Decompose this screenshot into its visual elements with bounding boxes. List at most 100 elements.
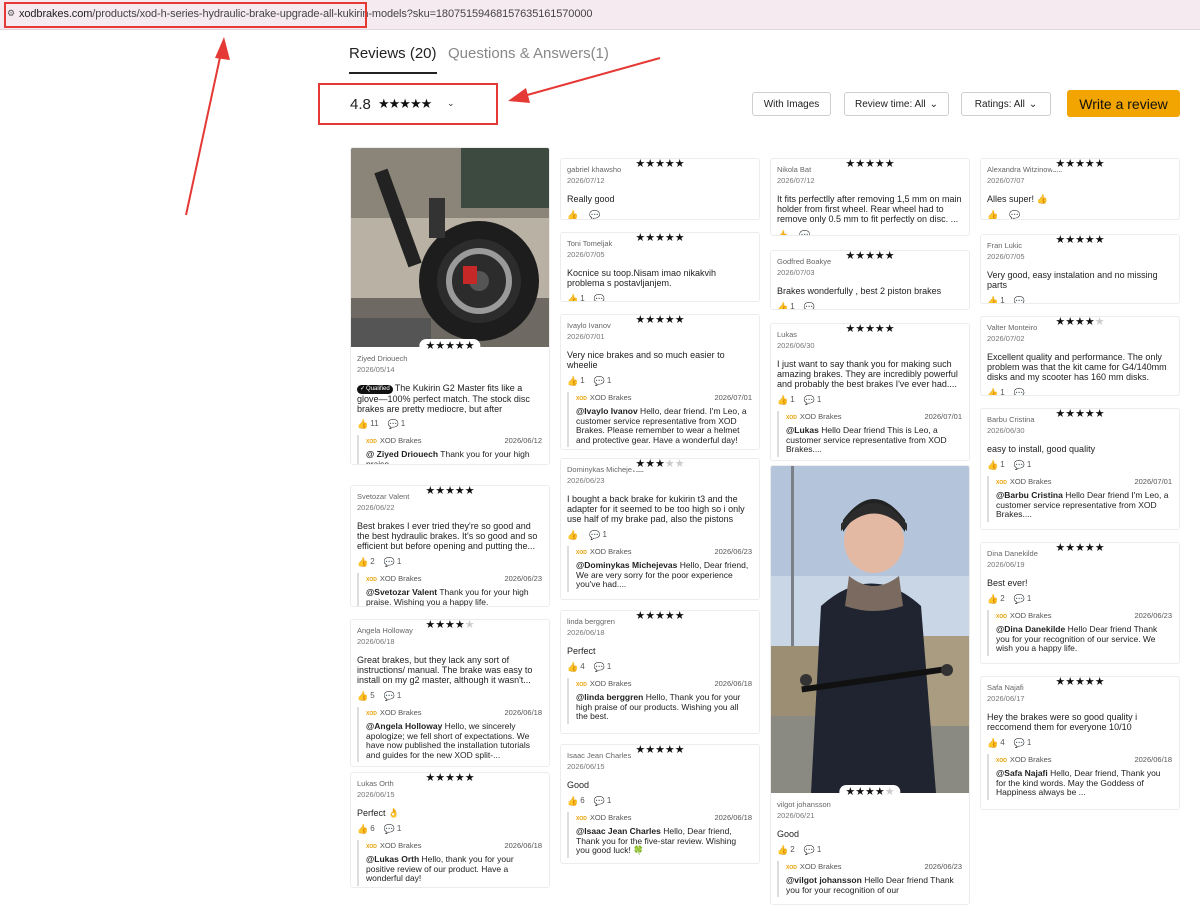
comment-button[interactable]: 💬 <box>594 294 607 301</box>
reply-mention: @Barbu Cristina <box>996 491 1063 500</box>
review-time-filter[interactable]: Review time: All ⌄ <box>844 92 949 116</box>
brand-reply: XOD XOD Brakes 2026/06/23 @Svetozar Valent … <box>357 573 542 606</box>
comment-button[interactable]: 💬 1 <box>804 845 822 855</box>
brand-reply: XOD XOD Brakes 2026/06/18 @Isaac Jean Charl… <box>567 812 752 858</box>
reply-date: 2026/06/23 <box>714 547 752 556</box>
review-text: Kocnice su toop.Nisam imao nikakvih prob… <box>567 268 717 288</box>
reply-author: XOD XOD Brakes <box>576 813 632 824</box>
xod-logo-icon: XOD <box>366 844 377 850</box>
comment-button[interactable]: 💬 <box>589 210 602 219</box>
tab-reviews[interactable]: Reviews (20) <box>349 45 437 74</box>
review-card: ★★★★★ gabriel khawsho 2026/07/12 Really goo… <box>560 158 760 220</box>
comment-button[interactable]: 💬 1 <box>594 796 612 806</box>
like-button[interactable]: 👍 1 <box>567 376 585 386</box>
like-button[interactable]: 👍 1 <box>987 296 1005 304</box>
comment-icon: 💬 <box>593 796 605 806</box>
like-button[interactable]: 👍 2 <box>777 845 795 855</box>
like-count: 4 <box>580 662 585 671</box>
review-body: Lukas Orth 2026/06/15 Perfect 👌 👍 6 💬 1 XOD XOD … <box>351 773 549 887</box>
reply-header: XOD XOD Brakes 2026/06/18 <box>576 679 752 690</box>
like-button[interactable]: 👍 11 <box>357 419 379 429</box>
comment-button[interactable]: 💬 1 <box>594 662 612 672</box>
rating-summary[interactable]: 4.8 ★★★★★ ⌄ <box>318 83 498 125</box>
like-button[interactable]: 👍 4 <box>567 662 585 672</box>
comment-button[interactable]: 💬 <box>799 230 812 235</box>
comment-button[interactable]: 💬 1 <box>384 691 402 701</box>
like-count: 11 <box>370 419 379 428</box>
chevron-down-icon[interactable]: ⌄ <box>447 98 455 109</box>
ratings-filter[interactable]: Ratings: All ⌄ <box>961 92 1051 116</box>
like-button[interactable]: 👍 2 <box>987 594 1005 604</box>
comment-button[interactable]: 💬 1 <box>594 376 612 386</box>
reply-author-name: XOD Brakes <box>379 841 422 850</box>
star-rating-icon: ★★★★★ <box>629 459 691 471</box>
comment-button[interactable]: 💬 <box>1014 388 1027 395</box>
like-button[interactable]: 👍 <box>567 210 580 219</box>
review-date: 2026/06/15 <box>567 762 605 771</box>
like-button[interactable]: 👍 5 <box>357 691 375 701</box>
review-text: Really good <box>567 194 615 204</box>
like-button[interactable]: 👍 1 <box>987 460 1005 470</box>
comment-icon: 💬 <box>589 530 601 540</box>
star-rating-icon: ★★★★★ <box>1049 317 1111 329</box>
like-button[interactable]: 👍 1 <box>777 302 795 310</box>
review-text: Very good, easy instalation and no missi… <box>987 270 1158 290</box>
scooter-wheel-photo[interactable] <box>351 148 550 347</box>
reply-mention: @Lukas Orth <box>366 855 420 864</box>
reply-author-name: XOD Brakes <box>379 708 422 717</box>
with-images-filter[interactable]: With Images <box>752 92 831 116</box>
average-rating: 4.8 <box>350 96 371 113</box>
brand-reply: XOD XOD Brakes 2026/06/23 @Dominykas Michej… <box>567 546 752 592</box>
comment-button[interactable]: 💬 1 <box>1014 460 1032 470</box>
review-text: Great brakes, but they lack any sort of … <box>357 655 533 685</box>
comment-button[interactable]: 💬 <box>1014 296 1027 303</box>
thumb-up-icon: 👍 <box>987 296 999 304</box>
reply-mention: @ Ziyed Driouech <box>366 450 439 459</box>
write-review-button[interactable]: Write a review <box>1067 90 1180 117</box>
like-count: 1 <box>790 395 795 404</box>
like-button[interactable]: 👍 1 <box>777 395 795 405</box>
comment-button[interactable]: 💬 <box>804 302 817 309</box>
comment-button[interactable]: 💬 1 <box>589 530 607 540</box>
review-card: ★★★★★ Barbu Cristina 2026/06/30 easy to ins… <box>980 408 1180 530</box>
comment-button[interactable]: 💬 1 <box>1014 594 1032 604</box>
like-button[interactable]: 👍 4 <box>987 738 1005 748</box>
like-button[interactable]: 👍 1 <box>567 294 585 301</box>
reply-text: @vilgot johansson Hello Dear friend Than… <box>786 876 954 895</box>
reply-mention: @Lukas <box>786 426 819 435</box>
xod-logo-icon: XOD <box>576 816 587 822</box>
reply-author: XOD XOD Brakes <box>576 547 632 558</box>
thumb-up-icon: 👍 <box>567 796 579 806</box>
thumb-up-icon: 👍 <box>777 845 789 855</box>
like-button[interactable]: 👍 <box>567 530 580 540</box>
like-button[interactable]: 👍 <box>777 230 790 235</box>
like-button[interactable]: 👍 6 <box>567 796 585 806</box>
like-button[interactable]: 👍 <box>987 210 1000 219</box>
like-button[interactable]: 👍 6 <box>357 824 375 834</box>
like-button[interactable]: 👍 2 <box>357 557 375 567</box>
reply-header: XOD XOD Brakes 2026/06/18 <box>366 708 542 719</box>
review-date: 2026/06/17 <box>987 694 1025 703</box>
comment-button[interactable]: 💬 <box>1009 210 1022 219</box>
comment-button[interactable]: 💬 1 <box>384 824 402 834</box>
comment-count: 1 <box>606 376 612 385</box>
comment-count: 1 <box>400 419 406 428</box>
reply-mention: @Ivaylo Ivanov <box>576 407 638 416</box>
rider-helmet-photo[interactable] <box>771 466 970 793</box>
like-count: 6 <box>580 796 585 805</box>
review-photo[interactable] <box>771 466 970 793</box>
like-button[interactable]: 👍 1 <box>987 388 1005 395</box>
review-actions: 👍 11 💬 1 <box>357 419 542 429</box>
comment-button[interactable]: 💬 1 <box>384 557 402 567</box>
tab-questions-answers[interactable]: Questions & Answers(1) <box>448 45 609 62</box>
xod-logo-icon: XOD <box>996 758 1007 764</box>
review-text: It fits perfectlly after removing 1,5 mm… <box>777 194 962 224</box>
xod-logo-icon: XOD <box>786 865 797 871</box>
comment-button[interactable]: 💬 1 <box>804 395 822 405</box>
comment-button[interactable]: 💬 1 <box>388 419 406 429</box>
thumb-up-icon: 👍 <box>777 302 789 310</box>
review-body: Angela Holloway 2026/06/18 Great brakes, b… <box>351 620 549 766</box>
reply-date: 2026/06/23 <box>924 862 962 871</box>
review-photo[interactable] <box>351 148 550 347</box>
comment-button[interactable]: 💬 1 <box>1014 738 1032 748</box>
